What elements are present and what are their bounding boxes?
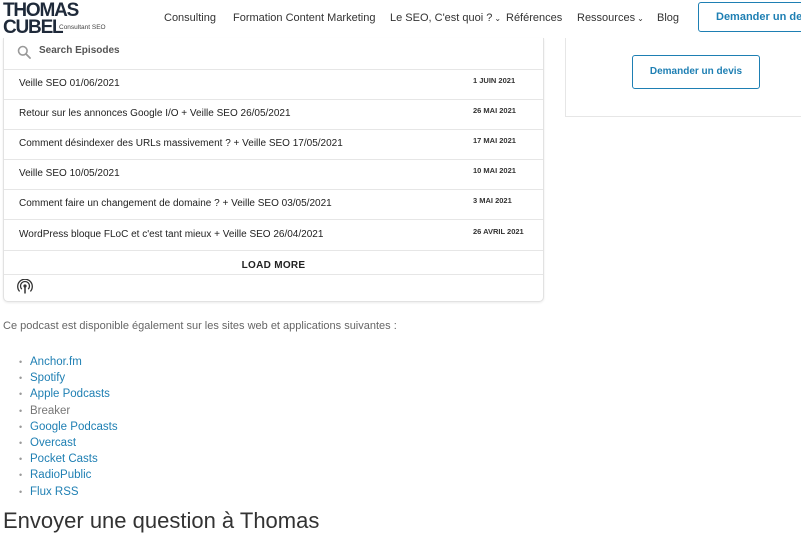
episode-date: 3 MAI 2021	[473, 196, 512, 205]
list-item[interactable]: • Spotify	[0, 370, 118, 386]
episode-row[interactable]: WordPress bloque FLoC et c'est tant mieu…	[4, 220, 543, 251]
availability-intro: Ce podcast est disponible également sur …	[3, 320, 397, 332]
list-item: • Breaker	[0, 403, 118, 419]
list-item[interactable]: • Overcast	[0, 435, 118, 451]
platform-link-pocketcasts[interactable]: Pocket Casts	[30, 453, 98, 465]
episode-date: 26 MAI 2021	[473, 106, 516, 115]
sidebar-quote-button[interactable]: Demander un devis	[632, 55, 760, 89]
platform-link-apple[interactable]: Apple Podcasts	[30, 388, 110, 400]
episode-title: WordPress bloque FLoC et c'est tant mieu…	[19, 229, 324, 240]
logo-line-2: CUBEL	[3, 17, 64, 38]
episode-title: Retour sur les annonces Google I/O + Vei…	[19, 108, 291, 119]
episode-row[interactable]: Veille SEO 10/05/2021 10 MAI 2021	[4, 159, 543, 190]
episode-row[interactable]: Comment désindexer des URLs massivement …	[4, 129, 543, 160]
episode-row[interactable]: Comment faire un changement de domaine ?…	[4, 189, 543, 220]
episode-search[interactable]: Search Episodes	[4, 38, 543, 70]
episode-date: 10 MAI 2021	[473, 166, 516, 175]
bullet-icon: •	[19, 373, 23, 384]
chevron-down-icon: ⌄	[494, 14, 502, 23]
platform-link-google[interactable]: Google Podcasts	[30, 421, 118, 433]
platform-link-overcast[interactable]: Overcast	[30, 437, 76, 449]
nav-formation[interactable]: Formation Content Marketing	[233, 12, 375, 26]
search-icon	[17, 45, 31, 59]
nav-references[interactable]: Références	[506, 12, 562, 26]
nav-blog[interactable]: Blog	[657, 12, 679, 26]
nav-consulting[interactable]: Consulting	[164, 12, 216, 26]
platform-link-rss[interactable]: Flux RSS	[30, 486, 79, 498]
logo-subtitle: Consultant SEO	[59, 24, 106, 31]
list-item[interactable]: • Google Podcasts	[0, 419, 118, 435]
bullet-icon: •	[19, 405, 23, 416]
list-item[interactable]: • Apple Podcasts	[0, 386, 118, 402]
search-input[interactable]: Search Episodes	[39, 45, 120, 56]
platform-link-spotify[interactable]: Spotify	[30, 372, 65, 384]
nav-ressources[interactable]: Ressources ⌄	[577, 12, 644, 26]
site-logo[interactable]: THOMAS CUBEL Consultant SEO	[3, 1, 113, 38]
bullet-icon: •	[19, 454, 23, 465]
platform-link-radiopublic[interactable]: RadioPublic	[30, 469, 91, 481]
list-item[interactable]: • Flux RSS	[0, 484, 118, 500]
episode-title: Comment désindexer des URLs massivement …	[19, 138, 343, 149]
list-item[interactable]: • Pocket Casts	[0, 451, 118, 467]
section-heading: Envoyer une question à Thomas	[3, 508, 320, 533]
bullet-icon: •	[19, 470, 23, 481]
nav-le-seo[interactable]: Le SEO, C'est quoi ? ⌄	[390, 12, 501, 26]
nav-label: Consulting	[164, 12, 216, 24]
nav-label: Blog	[657, 12, 680, 24]
list-item[interactable]: • Anchor.fm	[0, 354, 118, 370]
nav-label: Ressources	[577, 12, 636, 24]
bullet-icon: •	[19, 389, 23, 400]
podcast-player: Search Episodes Veille SEO 01/06/2021 1 …	[3, 38, 544, 302]
bullet-icon: •	[19, 421, 23, 432]
episode-date: 26 AVRIL 2021	[473, 227, 524, 236]
episode-title: Veille SEO 01/06/2021	[19, 78, 120, 89]
episode-row[interactable]: Retour sur les annonces Google I/O + Vei…	[4, 99, 543, 130]
nav-label: Le SEO, C'est quoi ?	[390, 12, 493, 24]
bullet-icon: •	[19, 357, 23, 367]
podcast-icon[interactable]	[17, 279, 33, 295]
episode-date: 1 JUIN 2021	[473, 76, 516, 85]
platform-breaker: Breaker	[30, 404, 71, 417]
platform-link-anchor[interactable]: Anchor.fm	[30, 356, 82, 368]
episode-date: 17 MAI 2021	[473, 136, 516, 145]
site-header: THOMAS CUBEL Consultant SEO Consulting F…	[0, 0, 801, 38]
episode-row[interactable]: Veille SEO 01/06/2021 1 JUIN 2021	[4, 69, 543, 100]
header-quote-button[interactable]: Demander un devis	[698, 2, 801, 32]
list-item[interactable]: • RadioPublic	[0, 467, 118, 483]
bullet-icon: •	[19, 486, 23, 497]
bullet-icon: •	[19, 437, 23, 448]
nav-label: Références	[506, 12, 563, 24]
nav-label: Formation Content Marketing	[233, 12, 376, 24]
load-more-button[interactable]: LOAD MORE	[4, 258, 543, 275]
platform-list: • Anchor.fm • Spotify • Apple Podcasts • Bre…	[0, 354, 118, 500]
episode-title: Comment faire un changement de domaine ?…	[19, 198, 332, 209]
chevron-down-icon: ⌄	[637, 14, 644, 23]
episode-title: Veille SEO 10/05/2021	[19, 168, 120, 179]
